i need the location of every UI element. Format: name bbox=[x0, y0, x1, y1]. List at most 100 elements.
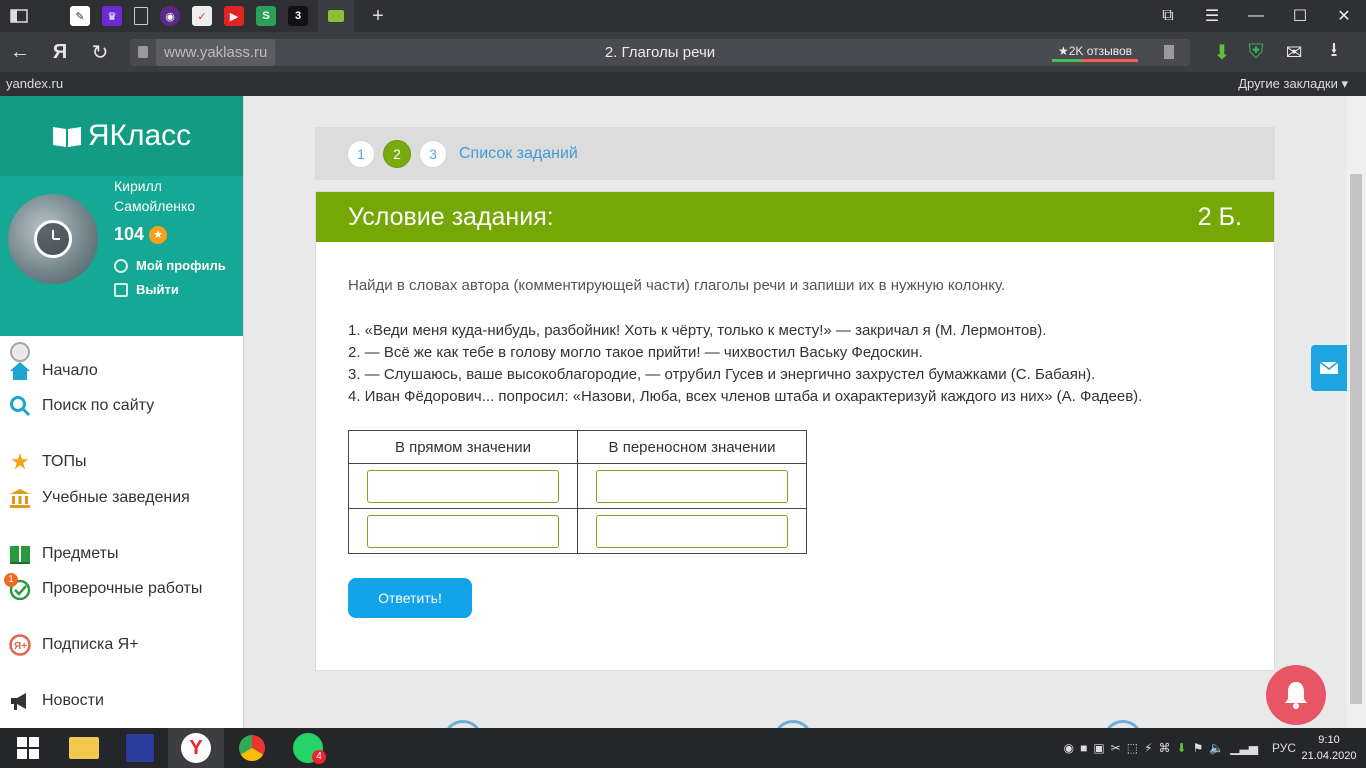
col-figurative-header: В переносном значении bbox=[577, 430, 807, 464]
tray-icon[interactable]: ◉ bbox=[1064, 741, 1074, 755]
tab-favicon[interactable]: S bbox=[256, 6, 276, 26]
url-field[interactable]: www.yaklass.ru 2. Глаголы речи ★2K отзыв… bbox=[130, 39, 1190, 66]
window-controls: ⧉ ☰ — ☐ ✕ bbox=[1146, 0, 1366, 32]
shield-icon[interactable]: ⛨ bbox=[1244, 40, 1268, 64]
tab-favicon[interactable]: ▶ bbox=[224, 6, 244, 26]
mail-icon[interactable] bbox=[1311, 345, 1347, 391]
download-green-icon[interactable]: ⬇ bbox=[1210, 40, 1234, 64]
windows-start-icon[interactable] bbox=[0, 728, 56, 768]
tray-icon[interactable]: ⬚ bbox=[1127, 741, 1138, 755]
logout-link[interactable]: Выйти bbox=[114, 282, 179, 297]
answer-input-figurative-1[interactable] bbox=[596, 469, 788, 503]
user-name[interactable]: Кирилл Самойленко bbox=[114, 176, 195, 216]
tabs-manager-icon[interactable] bbox=[8, 6, 30, 26]
minimize-icon[interactable]: — bbox=[1234, 0, 1278, 32]
tab-favicon[interactable]: 3 bbox=[288, 6, 308, 26]
new-tab-icon[interactable]: + bbox=[368, 5, 388, 27]
whatsapp-icon[interactable]: 4 bbox=[280, 728, 336, 768]
volume-icon[interactable]: 🔈 bbox=[1209, 741, 1224, 755]
logout-label: Выйти bbox=[136, 282, 179, 297]
os-taskbar: Y 4 ◉ ■ ▣ ✂ ⬚ ⚡ ⌘ ⬇ ⚑ 🔈 ▁▃▅ РУС 9:10 21.… bbox=[0, 728, 1366, 768]
whatsapp-badge: 4 bbox=[312, 750, 326, 764]
close-icon[interactable]: ✕ bbox=[1322, 0, 1366, 32]
tray-icon[interactable]: ▣ bbox=[1093, 741, 1104, 755]
task-steps: 1 2 3 Список заданий bbox=[315, 127, 1275, 180]
clock-date: 21.04.2020 bbox=[1301, 750, 1357, 762]
reviews-badge[interactable]: ★2K отзывов bbox=[1052, 43, 1138, 62]
brand-logo[interactable]: ЯКласс bbox=[0, 96, 243, 176]
yandex-browser-icon[interactable]: Y bbox=[168, 728, 224, 768]
tab-favicon[interactable]: ◉ bbox=[160, 6, 180, 26]
sidebar-item-home[interactable]: Начало bbox=[0, 356, 243, 386]
tab-favicon[interactable]: ♛ bbox=[102, 6, 122, 26]
my-profile-link[interactable]: Мой профиль bbox=[114, 258, 226, 273]
bell-icon[interactable] bbox=[1266, 665, 1326, 725]
system-clock[interactable]: 9:10 21.04.2020 bbox=[1300, 732, 1358, 764]
chat-icon[interactable]: ✉ bbox=[1282, 40, 1306, 64]
tray-icon[interactable]: ■ bbox=[1080, 741, 1087, 755]
subscription-icon: Я+ bbox=[8, 633, 32, 657]
tab-favicon[interactable]: ✓ bbox=[192, 6, 212, 26]
flag-icon[interactable]: ⚑ bbox=[1193, 741, 1204, 755]
main-content: 1 2 3 Список заданий Условие задания: 2 … bbox=[245, 96, 1347, 732]
yandex-home-icon[interactable]: Я bbox=[48, 40, 72, 64]
step-3[interactable]: 3 bbox=[419, 139, 447, 168]
sentence: 2. — Всё же как тебе в голову могло тако… bbox=[348, 344, 923, 361]
sidebar-item-label: Проверочные работы bbox=[42, 580, 203, 597]
sidebar-item-subscription[interactable]: Я+ Подписка Я+ bbox=[0, 630, 243, 660]
scrollbar-thumb[interactable] bbox=[1350, 174, 1362, 704]
bookmark-icon[interactable] bbox=[1164, 45, 1174, 59]
file-explorer-icon[interactable] bbox=[56, 728, 112, 768]
active-tab[interactable] bbox=[318, 0, 354, 32]
step-1[interactable]: 1 bbox=[347, 139, 375, 168]
language-indicator[interactable]: РУС bbox=[1272, 741, 1296, 755]
floppy-app-icon[interactable] bbox=[112, 728, 168, 768]
user-last-name: Самойленко bbox=[114, 198, 196, 214]
sidebar-item-tests[interactable]: 1 Проверочные работы bbox=[0, 573, 243, 604]
collection-icon[interactable]: ⧉ bbox=[1146, 0, 1190, 32]
clock-time: 9:10 bbox=[1318, 734, 1340, 746]
sidebar-item-subjects[interactable]: Предметы bbox=[0, 539, 243, 569]
answer-input-direct-1[interactable] bbox=[367, 469, 559, 503]
tests-badge: 1 bbox=[4, 573, 18, 587]
tray-icon[interactable]: ✂ bbox=[1111, 741, 1121, 755]
submit-button[interactable]: Ответить! bbox=[348, 578, 472, 618]
sidebar-item-tops[interactable]: ★ ТОПы bbox=[0, 447, 243, 477]
svg-text:Я+: Я+ bbox=[14, 641, 27, 652]
sidebar-item-label: Учебные заведения bbox=[42, 489, 190, 506]
table-cell bbox=[577, 463, 807, 509]
system-tray: ◉ ■ ▣ ✂ ⬚ ⚡ ⌘ ⬇ ⚑ 🔈 ▁▃▅ РУС bbox=[1058, 728, 1296, 768]
sidebar-item-label: Новости bbox=[42, 692, 104, 709]
sidebar-item-label: ТОПы bbox=[42, 453, 87, 470]
downloads-icon[interactable]: ⭳ bbox=[1322, 39, 1346, 64]
tab-favicon[interactable]: ✎ bbox=[70, 6, 90, 26]
sidebar-item-schools[interactable]: Учебные заведения bbox=[0, 483, 243, 513]
bookmark-yandex[interactable]: yandex.ru bbox=[6, 72, 63, 96]
sidebar-item-search[interactable]: Поиск по сайту bbox=[0, 391, 243, 421]
chrome-icon[interactable] bbox=[224, 728, 280, 768]
task-card: Условие задания: 2 Б. Найди в словах авт… bbox=[315, 191, 1275, 671]
reload-icon[interactable]: ↻ bbox=[88, 40, 112, 64]
other-bookmarks[interactable]: Другие закладки ▾ bbox=[1238, 72, 1348, 96]
menu-icon[interactable]: ☰ bbox=[1190, 0, 1234, 32]
home-icon bbox=[8, 359, 32, 383]
tab-favicon[interactable] bbox=[134, 7, 148, 25]
sentence: 4. Иван Фёдорович... попросил: «Назови, … bbox=[348, 388, 1143, 405]
tray-icon[interactable]: ⬇ bbox=[1177, 741, 1187, 755]
step-2[interactable]: 2 bbox=[383, 139, 411, 168]
task-list-link[interactable]: Список заданий bbox=[459, 145, 578, 163]
answer-input-direct-2[interactable] bbox=[367, 514, 559, 548]
tray-icon[interactable]: ⌘ bbox=[1159, 741, 1171, 755]
back-icon[interactable]: ← bbox=[8, 40, 32, 64]
task-points: 2 Б. bbox=[1197, 202, 1242, 231]
sidebar-item-label: Предметы bbox=[42, 545, 119, 562]
bookmarks-bar: yandex.ru Другие закладки ▾ bbox=[0, 72, 1366, 96]
maximize-icon[interactable]: ☐ bbox=[1278, 0, 1322, 32]
book-icon bbox=[52, 127, 81, 147]
sidebar-item-news[interactable]: Новости bbox=[0, 686, 243, 716]
network-icon[interactable]: ▁▃▅ bbox=[1230, 741, 1258, 755]
task-instruction: Найди в словах автора (комментирующей ча… bbox=[348, 277, 1006, 294]
page-scrollbar[interactable] bbox=[1347, 96, 1366, 732]
answer-input-figurative-2[interactable] bbox=[596, 514, 788, 548]
tray-icon[interactable]: ⚡ bbox=[1144, 741, 1152, 755]
